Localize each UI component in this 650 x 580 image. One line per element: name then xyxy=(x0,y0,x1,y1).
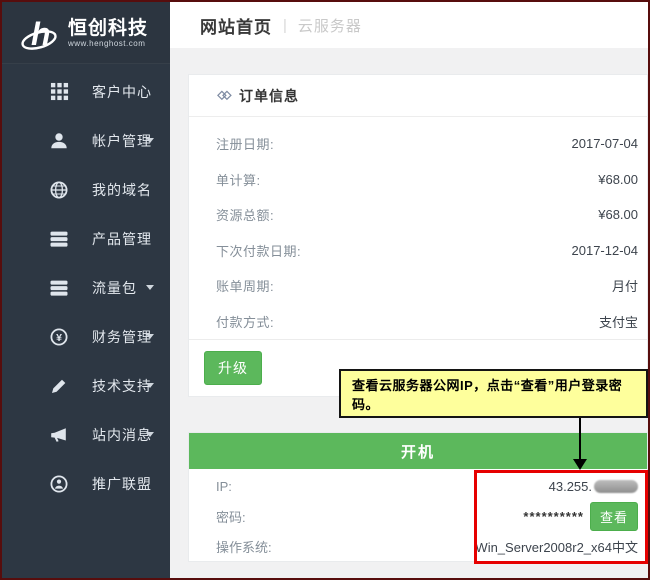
row-label: 下次付款日期: xyxy=(216,243,302,259)
pencil-icon xyxy=(48,375,70,397)
chevron-down-icon xyxy=(146,334,154,339)
password-mask: ********** xyxy=(523,508,584,524)
user-icon xyxy=(48,130,70,152)
password-value: ********** 查看 xyxy=(523,501,638,531)
table-row: 下次付款日期: 2017-12-04 xyxy=(216,233,638,269)
ip-value: 43.255. xyxy=(549,479,638,494)
row-value: 2017-12-04 xyxy=(571,242,639,258)
row-label: 账单周期: xyxy=(216,279,275,295)
double-diamond-icon xyxy=(217,89,232,102)
sidebar-item-affiliate-program[interactable]: 推广联盟 xyxy=(2,459,170,508)
server-icon xyxy=(48,228,70,250)
globe-icon xyxy=(48,179,70,201)
breadcrumb-separator: | xyxy=(283,16,287,34)
table-row: 账单周期: 月付 xyxy=(216,268,638,304)
table-row: 密码: ********** 查看 xyxy=(216,501,638,531)
os-value: Win_Server2008r2_x64中文 xyxy=(475,539,638,555)
row-value: 月付 xyxy=(611,279,638,295)
chevron-down-icon xyxy=(146,432,154,437)
row-label: 单计算: xyxy=(216,172,261,188)
svg-text:¥: ¥ xyxy=(56,332,62,344)
sidebar-item-label: 帐户管理 xyxy=(92,132,152,149)
ip-label: IP: xyxy=(216,478,232,494)
table-row: 资源总额: ¥68.00 xyxy=(216,197,638,233)
page-header: 网站首页 | 云服务器 xyxy=(170,2,648,48)
server-rows: IP: 43.255. 密码: ********** 查看 操作系统: Win_… xyxy=(189,469,647,561)
chevron-down-icon xyxy=(146,138,154,143)
row-value: 支付宝 xyxy=(598,314,638,330)
view-password-button[interactable]: 查看 xyxy=(589,501,638,531)
ip-visible-part: 43.255. xyxy=(548,478,592,494)
ip-redacted-blur xyxy=(594,479,638,493)
table-row: 单计算: ¥68.00 xyxy=(216,162,638,198)
table-row: 操作系统: Win_Server2008r2_x64中文 xyxy=(216,531,638,561)
table-row: IP: 43.255. xyxy=(216,471,638,501)
sidebar-item-product-management[interactable]: 产品管理 xyxy=(2,214,170,263)
yen-circle-icon: ¥ xyxy=(48,326,70,348)
logo[interactable]: h 恒创科技 www.henghost.com xyxy=(2,2,170,64)
logo-subtitle: www.henghost.com xyxy=(68,38,146,48)
order-info-header: 订单信息 xyxy=(189,75,647,117)
sidebar-item-finance-management[interactable]: ¥ 财务管理 xyxy=(2,312,170,361)
upgrade-button[interactable]: 升级 xyxy=(204,351,262,385)
table-row: 付款方式: 支付宝 xyxy=(216,304,638,340)
henghost-logo-icon: h xyxy=(21,16,57,52)
chevron-down-icon xyxy=(146,383,154,388)
row-value: ¥68.00 xyxy=(598,207,638,223)
chevron-down-icon xyxy=(146,285,154,290)
sidebar-item-label: 技术支持 xyxy=(92,377,152,394)
sidebar-item-account-management[interactable]: 帐户管理 xyxy=(2,116,170,165)
person-circle-icon xyxy=(48,473,70,495)
logo-title: 恒创科技 xyxy=(68,17,149,39)
annotation-arrow-head-icon xyxy=(573,459,587,470)
order-rows: 注册日期: 2017-07-04 单计算: ¥68.00 资源总额: ¥68.0… xyxy=(189,117,647,339)
sidebar-item-label: 我的域名 xyxy=(92,181,152,198)
table-row: 注册日期: 2017-07-04 xyxy=(216,126,638,162)
sidebar-item-label: 推广联盟 xyxy=(92,475,152,492)
megaphone-icon xyxy=(48,424,70,446)
sidebar-item-label: 财务管理 xyxy=(92,328,152,345)
sidebar-item-my-domains[interactable]: 我的域名 xyxy=(2,165,170,214)
row-label: 付款方式: xyxy=(216,314,275,330)
svg-text:h: h xyxy=(31,16,51,52)
row-label: 注册日期: xyxy=(216,137,275,153)
sidebar-item-label: 产品管理 xyxy=(92,230,152,247)
sidebar: h 恒创科技 www.henghost.com 客户中心 帐户管理 我的域名 产… xyxy=(2,2,170,578)
row-label: 资源总额: xyxy=(216,208,275,224)
sidebar-item-traffic-package[interactable]: 流量包 xyxy=(2,263,170,312)
os-label: 操作系统: xyxy=(216,539,272,555)
sidebar-item-customer-center[interactable]: 客户中心 xyxy=(2,67,170,116)
app-window: h 恒创科技 www.henghost.com 客户中心 帐户管理 我的域名 产… xyxy=(0,0,650,580)
breadcrumb-current: 云服务器 xyxy=(297,17,362,35)
annotation-callout: 查看云服务器公网IP，点击“查看”用户登录密码。 xyxy=(339,369,648,418)
row-value: ¥68.00 xyxy=(598,171,638,187)
grid-icon xyxy=(48,81,70,103)
sidebar-item-label: 站内消息 xyxy=(92,426,152,443)
server-icon xyxy=(48,277,70,299)
row-value: 2017-07-04 xyxy=(571,136,639,152)
sidebar-menu: 客户中心 帐户管理 我的域名 产品管理 流量包 ¥ 财务管理 技术支持 站内消息… xyxy=(2,67,170,508)
page-title: 网站首页 xyxy=(200,17,272,37)
sidebar-item-site-messages[interactable]: 站内消息 xyxy=(2,410,170,459)
sidebar-item-label: 客户中心 xyxy=(92,83,152,100)
sidebar-item-tech-support[interactable]: 技术支持 xyxy=(2,361,170,410)
order-info-title: 订单信息 xyxy=(239,87,299,104)
order-info-card: 订单信息 注册日期: 2017-07-04 单计算: ¥68.00 资源总额: … xyxy=(188,74,648,397)
annotation-arrow-line xyxy=(579,418,581,460)
sidebar-item-label: 流量包 xyxy=(92,279,137,296)
annotation-text: 查看云服务器公网IP，点击“查看”用户登录密码。 xyxy=(352,377,623,412)
password-label: 密码: xyxy=(216,509,246,525)
